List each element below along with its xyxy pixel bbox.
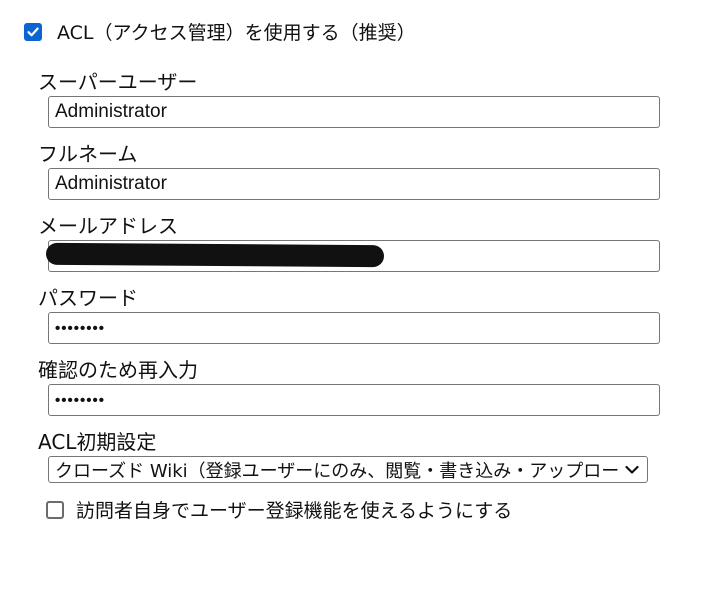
redaction-mark — [45, 242, 385, 268]
self-registration-checkbox[interactable] — [46, 500, 64, 519]
acl-checkbox[interactable] — [24, 22, 42, 41]
self-registration-label: 訪問者自身でユーザー登録機能を使えるようにする — [76, 500, 513, 522]
fullname-label: フルネーム — [38, 142, 138, 166]
check-icon — [27, 27, 39, 36]
password-input[interactable]: •••••••• — [48, 312, 660, 344]
acl-policy-select[interactable]: クローズド Wiki（登録ユーザーにのみ、閲覧・書き込み・アップロードを許可） — [48, 456, 648, 483]
acl-option[interactable]: ACL（アクセス管理）を使用する（推奨） — [24, 18, 416, 45]
password-label: パスワード — [38, 286, 138, 310]
chevron-down-icon — [623, 461, 641, 479]
fullname-value: Administrator — [55, 173, 167, 194]
confirm-password-value: •••••••• — [55, 391, 106, 409]
superuser-value: Administrator — [55, 101, 167, 122]
superuser-label: スーパーユーザー — [38, 70, 198, 94]
acl-policy-selected: クローズド Wiki（登録ユーザーにのみ、閲覧・書き込み・アップロードを許可） — [55, 460, 623, 482]
self-registration-option[interactable]: 訪問者自身でユーザー登録機能を使えるようにする — [46, 496, 512, 523]
fullname-input[interactable]: Administrator — [48, 168, 660, 200]
password-value: •••••••• — [55, 319, 106, 337]
confirm-password-label: 確認のため再入力 — [38, 358, 198, 382]
email-label: メールアドレス — [38, 214, 178, 238]
acl-policy-label: ACL初期設定 — [38, 430, 157, 454]
confirm-password-input[interactable]: •••••••• — [48, 384, 660, 416]
superuser-input[interactable]: Administrator — [48, 96, 660, 128]
acl-label: ACL（アクセス管理）を使用する（推奨） — [57, 22, 416, 44]
